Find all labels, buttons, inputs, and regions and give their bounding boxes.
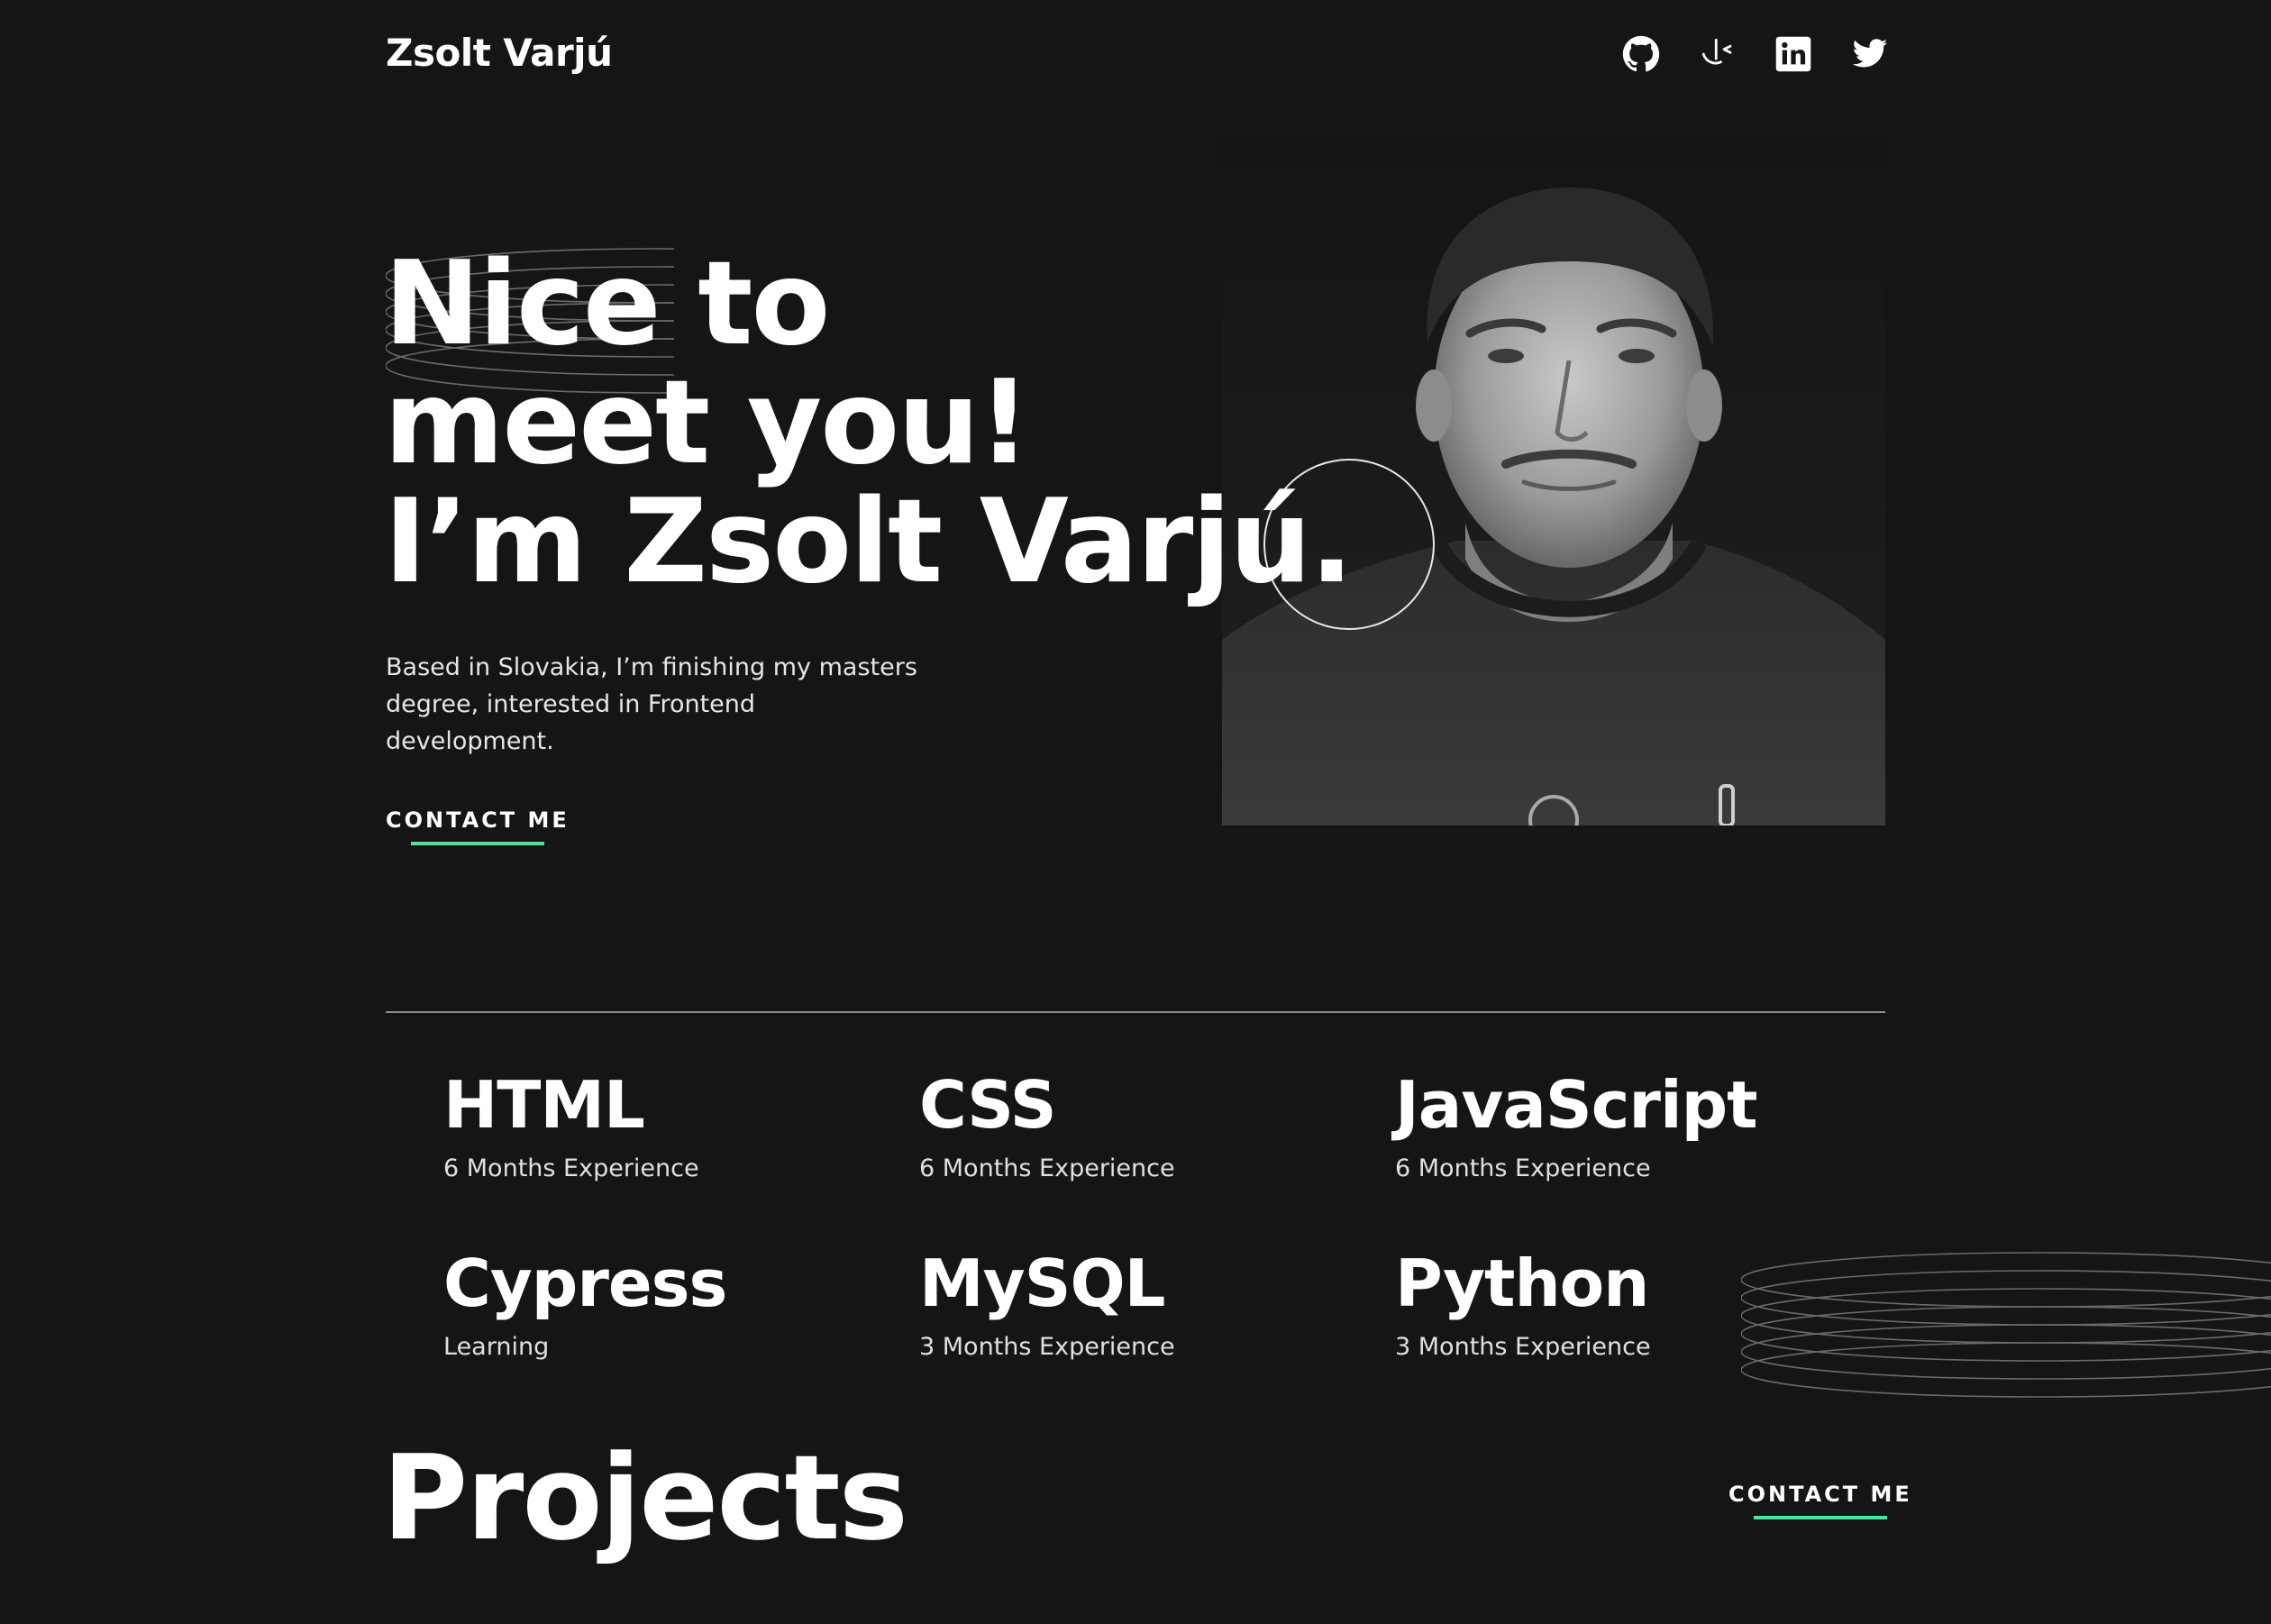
skill-name: Cypress <box>443 1245 727 1321</box>
hero-title-name: Zsolt Varjú <box>624 483 1311 602</box>
skill-experience: 6 Months Experience <box>1395 1154 1651 1182</box>
hero-title-line-3: I’m Zsolt Varjú. <box>384 483 1354 602</box>
skill-experience: Learning <box>443 1333 550 1361</box>
skill-item: MySQL 3 Months Experience <box>919 1247 1352 1363</box>
skill-name: CSS <box>919 1067 1057 1143</box>
hero-intro: Based in Slovakia, I’m finishing my mast… <box>386 653 917 755</box>
projects-heading: Projects <box>382 1429 908 1566</box>
frontend-mentor-icon[interactable] <box>1699 35 1737 73</box>
hero-contact-button[interactable]: CONTACT ME <box>386 807 570 845</box>
hero-title-line-1: Nice to <box>384 237 830 371</box>
skill-item: Cypress Learning <box>443 1247 876 1363</box>
hero-title: Nice to meet you! I’m Zsolt Varjú. <box>384 237 1354 602</box>
github-icon[interactable] <box>1622 35 1660 73</box>
twitter-icon[interactable] <box>1851 35 1889 73</box>
skill-item: JavaScript 6 Months Experience <box>1395 1069 1828 1184</box>
projects-contact-button[interactable]: CONTACT ME <box>1728 1482 1912 1519</box>
skill-name: HTML <box>443 1067 645 1143</box>
skill-experience: 6 Months Experience <box>443 1154 699 1182</box>
skill-item: CSS 6 Months Experience <box>919 1069 1352 1184</box>
site-logo[interactable]: Zsolt Varjú <box>386 31 613 75</box>
linkedin-icon[interactable] <box>1774 35 1812 73</box>
skill-item: HTML 6 Months Experience <box>443 1069 876 1184</box>
hero-title-prefix: I’m <box>384 475 625 609</box>
skill-name: JavaScript <box>1395 1067 1758 1143</box>
social-links <box>1622 32 1889 76</box>
skill-name: MySQL <box>919 1245 1166 1321</box>
skill-experience: 3 Months Experience <box>919 1333 1175 1361</box>
skill-experience: 6 Months Experience <box>919 1154 1175 1182</box>
hero-title-line-2: meet you! <box>384 356 1031 490</box>
rings-decoration-bottom <box>1741 1252 2271 1398</box>
section-divider <box>386 1011 1885 1013</box>
hero-name-text: Zsolt Varjú <box>624 475 1311 609</box>
portfolio-page: Zsolt Varjú Nice to meet you! I’m Zsolt … <box>0 0 2271 1624</box>
